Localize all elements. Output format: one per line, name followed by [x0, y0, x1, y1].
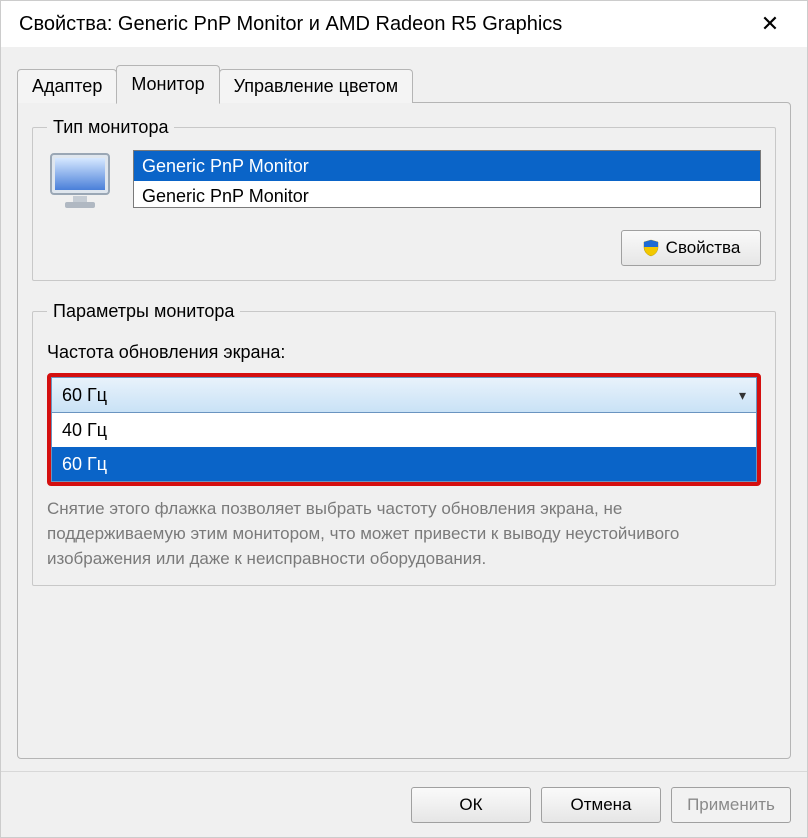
tab-label: Адаптер [32, 76, 102, 96]
refresh-rate-combo-highlight: 60 Гц ▾ 40 Гц 60 Гц [47, 373, 761, 486]
button-label: Свойства [666, 238, 741, 258]
group-legend: Параметры монитора [47, 301, 240, 322]
refresh-rate-combobox[interactable]: 60 Гц ▾ [51, 377, 757, 413]
tab-color-management[interactable]: Управление цветом [219, 69, 414, 103]
combobox-value: 60 Гц [62, 385, 107, 406]
tab-strip: Адаптер Монитор Управление цветом [17, 65, 791, 103]
list-item-label: Generic PnP Monitor [142, 186, 309, 206]
list-item[interactable]: Generic PnP Monitor [134, 151, 760, 181]
monitor-list[interactable]: Generic PnP Monitor Generic PnP Monitor [133, 150, 761, 208]
tabs-area: Адаптер Монитор Управление цветом [1, 47, 807, 103]
properties-button[interactable]: Свойства [621, 230, 761, 266]
tab-monitor[interactable]: Монитор [116, 65, 219, 104]
cancel-button[interactable]: Отмена [541, 787, 661, 823]
monitor-icon [47, 150, 119, 214]
tab-label: Монитор [131, 74, 204, 94]
dialog-footer: ОК Отмена Применить [1, 771, 807, 837]
apply-button[interactable]: Применить [671, 787, 791, 823]
combobox-dropdown: 40 Гц 60 Гц [51, 413, 757, 482]
option-label: 40 Гц [62, 420, 107, 440]
refresh-rate-hint: Снятие этого флажка позволяет выбрать ча… [47, 496, 761, 571]
close-button[interactable]: ✕ [747, 1, 793, 47]
window-title: Свойства: Generic PnP Monitor и AMD Rade… [19, 13, 747, 36]
monitor-type-row: Generic PnP Monitor Generic PnP Monitor [47, 150, 761, 214]
button-label: Применить [687, 795, 775, 815]
tab-adapter[interactable]: Адаптер [17, 69, 117, 103]
chevron-down-icon: ▾ [739, 387, 746, 404]
properties-button-row: Свойства [47, 230, 761, 266]
refresh-rate-label: Частота обновления экрана: [47, 342, 761, 363]
tab-content-wrapper: Тип монитора [1, 103, 807, 771]
group-legend: Тип монитора [47, 117, 174, 138]
tab-label: Управление цветом [234, 76, 399, 96]
titlebar: Свойства: Generic PnP Monitor и AMD Rade… [1, 1, 807, 47]
ok-button[interactable]: ОК [411, 787, 531, 823]
close-icon: ✕ [761, 11, 779, 37]
tab-content-monitor: Тип монитора [17, 102, 791, 759]
list-item-label: Generic PnP Monitor [142, 156, 309, 176]
option-label: 60 Гц [62, 454, 107, 474]
combobox-option[interactable]: 40 Гц [52, 413, 756, 447]
group-monitor-type: Тип монитора [32, 117, 776, 281]
combobox-option[interactable]: 60 Гц [52, 447, 756, 481]
group-monitor-params: Параметры монитора Частота обновления эк… [32, 301, 776, 586]
uac-shield-icon [642, 239, 660, 257]
button-label: ОК [459, 795, 482, 815]
button-label: Отмена [571, 795, 632, 815]
list-item[interactable]: Generic PnP Monitor [134, 181, 760, 208]
properties-dialog: Свойства: Generic PnP Monitor и AMD Rade… [0, 0, 808, 838]
